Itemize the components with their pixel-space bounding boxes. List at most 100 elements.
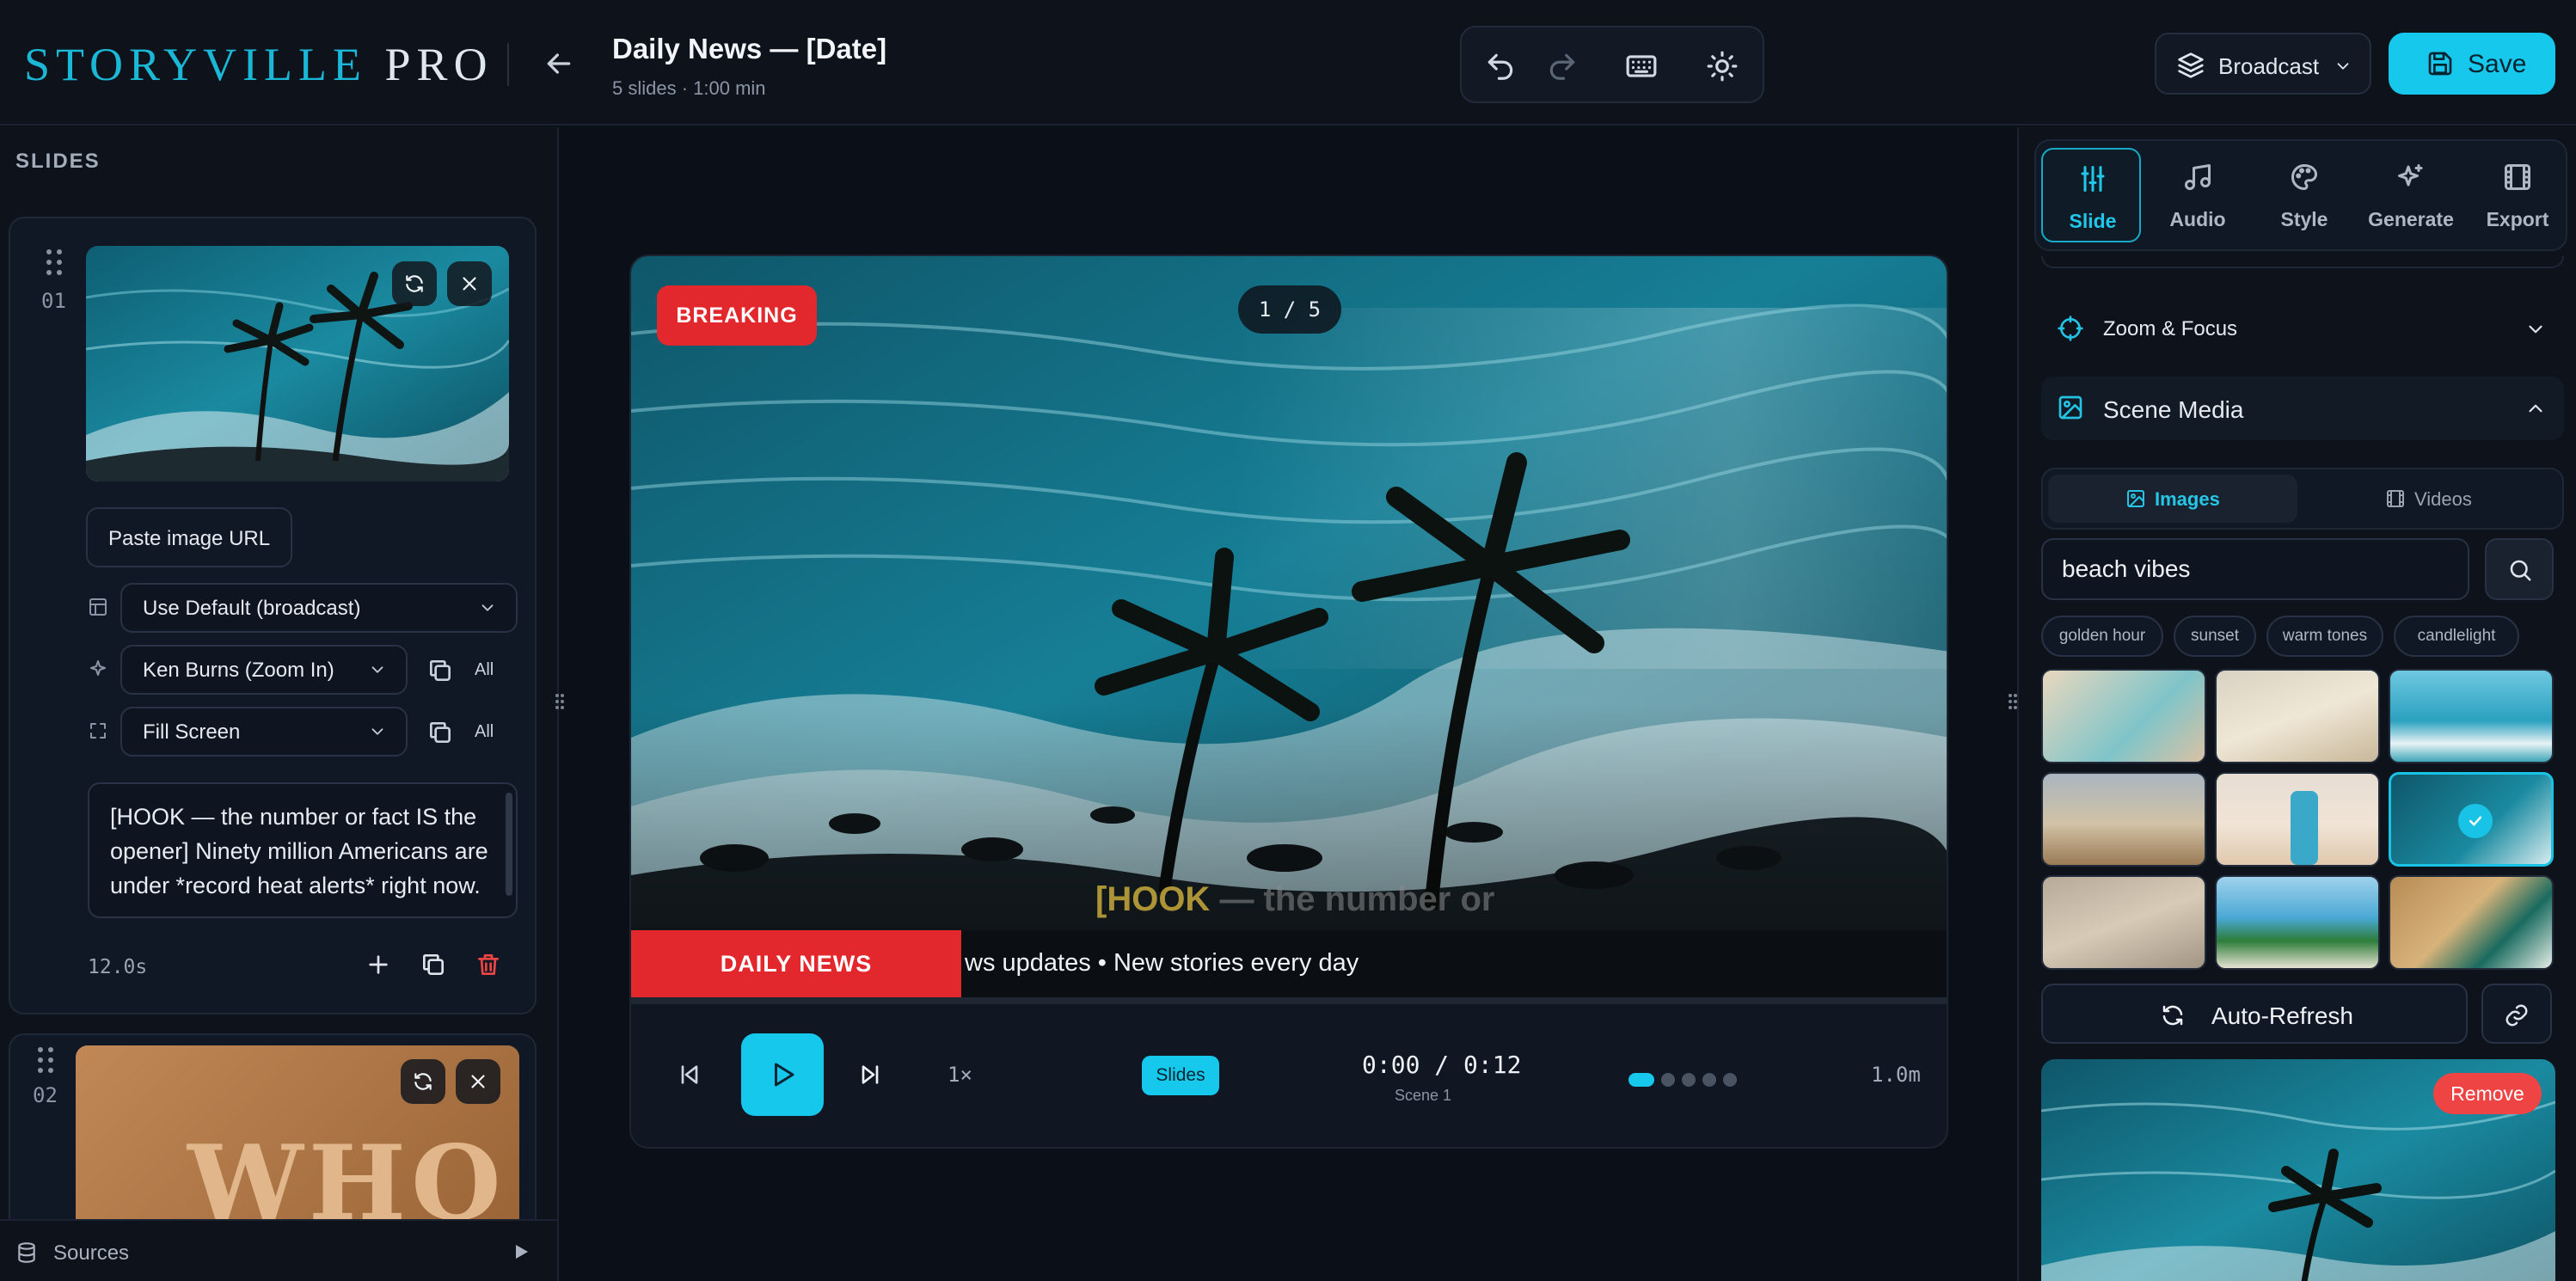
link-button[interactable] xyxy=(2481,984,2552,1044)
add-slide-icon[interactable] xyxy=(365,951,392,978)
scene-label: Scene 1 xyxy=(1395,1087,1452,1104)
suggestion-chip[interactable]: sunset xyxy=(2174,616,2256,657)
zoom-focus-label: Zoom & Focus xyxy=(2103,317,2238,340)
media-search-button[interactable] xyxy=(2485,538,2554,600)
keyboard-icon xyxy=(1626,55,1657,77)
skip-forward-icon[interactable] xyxy=(856,1061,884,1088)
playback-speed[interactable]: 1× xyxy=(948,1063,972,1087)
suggestion-chip[interactable]: warm tones xyxy=(2266,616,2383,657)
tab-export[interactable]: Export xyxy=(2468,148,2567,242)
crosshair-icon xyxy=(2058,316,2083,341)
bottle-shape xyxy=(2291,791,2318,865)
videos-tab[interactable]: Videos xyxy=(2306,475,2555,523)
progress-dot[interactable] xyxy=(1702,1073,1716,1087)
tab-audio-label: Audio xyxy=(2169,208,2226,230)
theme-toggle-button[interactable] xyxy=(1706,50,1739,83)
media-thumbnail[interactable] xyxy=(2215,875,2380,970)
tab-style[interactable]: Style xyxy=(2254,148,2354,242)
media-thumbnail[interactable] xyxy=(2389,875,2554,970)
media-thumbnail[interactable] xyxy=(2041,875,2206,970)
layout-select[interactable]: Use Default (broadcast) xyxy=(120,583,518,633)
total-length: 1.0m xyxy=(1871,1063,1921,1087)
apply-all-motion-label[interactable]: All xyxy=(475,660,494,680)
undo-icon xyxy=(1487,53,1513,80)
sources-bar[interactable]: Sources xyxy=(0,1219,557,1281)
slide-number: 02 xyxy=(33,1083,58,1107)
collapsed-section-edge xyxy=(2041,256,2564,268)
sparkles-icon xyxy=(2398,164,2423,187)
app-header: STORYVILLE PRO Daily News — [Date] 5 sli… xyxy=(0,0,2576,126)
replace-image-button[interactable] xyxy=(401,1059,445,1104)
auto-refresh-label: Auto-Refresh xyxy=(2211,1002,2353,1029)
remove-image-button[interactable] xyxy=(456,1059,500,1104)
edit-toolbar xyxy=(1460,26,1764,103)
progress-dot[interactable] xyxy=(1723,1073,1737,1087)
slide-card[interactable]: 01 Paste image URL Use Default (broadcas… xyxy=(9,217,537,1014)
media-thumbnail-selected[interactable] xyxy=(2389,772,2554,867)
play-button[interactable] xyxy=(741,1033,824,1116)
images-tab-label: Images xyxy=(2155,488,2220,510)
sparkle-icon xyxy=(90,660,106,676)
media-thumbnail[interactable] xyxy=(2215,772,2380,867)
media-thumbnail[interactable] xyxy=(2389,669,2554,763)
media-thumbnail[interactable] xyxy=(2041,669,2206,763)
progress-dot[interactable] xyxy=(1628,1073,1654,1087)
slide-counter: 1 / 5 xyxy=(1238,285,1341,334)
script-scrollbar[interactable] xyxy=(506,793,512,896)
music-icon xyxy=(2185,164,2211,190)
slides-mode-toggle[interactable]: Slides xyxy=(1142,1056,1219,1095)
progress-dot[interactable] xyxy=(1661,1073,1675,1087)
copy-to-all-icon[interactable] xyxy=(426,719,454,746)
header-divider xyxy=(507,43,509,86)
drag-handle-icon[interactable] xyxy=(38,1047,55,1073)
chevron-down-icon xyxy=(371,728,383,735)
tab-audio[interactable]: Audio xyxy=(2148,148,2248,242)
remove-media-button[interactable]: Remove xyxy=(2433,1073,2542,1114)
save-button[interactable]: Save xyxy=(2389,33,2555,95)
skip-back-icon[interactable] xyxy=(676,1061,703,1088)
chevron-down-icon xyxy=(481,604,494,611)
scene-media-section[interactable]: Scene Media xyxy=(2041,377,2564,440)
suggestion-chip[interactable]: candlelight xyxy=(2394,616,2519,657)
duplicate-slide-icon[interactable] xyxy=(420,951,447,978)
tab-generate-label: Generate xyxy=(2368,208,2454,230)
image-icon xyxy=(2127,490,2144,507)
fit-select[interactable]: Fill Screen xyxy=(120,707,408,757)
resize-handle-icon[interactable] xyxy=(554,691,566,712)
app-logo[interactable]: STORYVILLE PRO xyxy=(24,38,494,91)
keyboard-shortcuts-button[interactable] xyxy=(1625,50,1658,83)
slide-script-textarea[interactable]: [HOOK — the number or fact IS the opener… xyxy=(88,782,518,918)
slide-duration[interactable]: 12.0s xyxy=(88,956,147,978)
project-title[interactable]: Daily News — [Date] xyxy=(612,33,886,65)
redo-button[interactable] xyxy=(1546,50,1579,83)
slide-thumbnail[interactable] xyxy=(86,246,509,481)
suggestion-chip[interactable]: golden hour xyxy=(2041,616,2163,657)
tab-generate[interactable]: Generate xyxy=(2361,148,2461,242)
motion-select[interactable]: Ken Burns (Zoom In) xyxy=(120,645,408,695)
tab-slide[interactable]: Slide xyxy=(2041,148,2141,242)
delete-slide-icon[interactable] xyxy=(475,951,502,978)
chevron-down-icon xyxy=(2529,325,2542,334)
back-button[interactable] xyxy=(542,46,576,81)
drag-handle-icon[interactable] xyxy=(46,249,64,275)
selected-media-preview[interactable]: Remove xyxy=(2041,1059,2555,1281)
media-search-input[interactable] xyxy=(2041,538,2469,600)
slide-thumbnail[interactable]: WHO xyxy=(76,1045,519,1235)
output-mode-select[interactable]: Broadcast xyxy=(2155,33,2371,95)
ticker-label: DAILY NEWS xyxy=(631,930,961,997)
slide-stage[interactable]: BREAKING 1 / 5 [HOOK — the number or DAI… xyxy=(631,256,1947,1002)
auto-refresh-button[interactable]: Auto-Refresh xyxy=(2041,984,2468,1044)
media-thumbnail[interactable] xyxy=(2041,772,2206,867)
output-mode-label: Broadcast xyxy=(2218,53,2320,79)
progress-dot[interactable] xyxy=(1682,1073,1696,1087)
zoom-focus-section[interactable]: Zoom & Focus xyxy=(2041,297,2564,361)
timeline-bar[interactable] xyxy=(631,997,1947,1004)
paste-image-url-button[interactable]: Paste image URL xyxy=(86,507,292,567)
media-thumbnail[interactable] xyxy=(2215,669,2380,763)
replace-image-button[interactable] xyxy=(392,261,437,306)
undo-button[interactable] xyxy=(1484,50,1517,83)
images-tab[interactable]: Images xyxy=(2048,475,2297,523)
copy-to-all-icon[interactable] xyxy=(426,657,454,684)
apply-all-fit-label[interactable]: All xyxy=(475,722,494,742)
remove-image-button[interactable] xyxy=(447,261,492,306)
